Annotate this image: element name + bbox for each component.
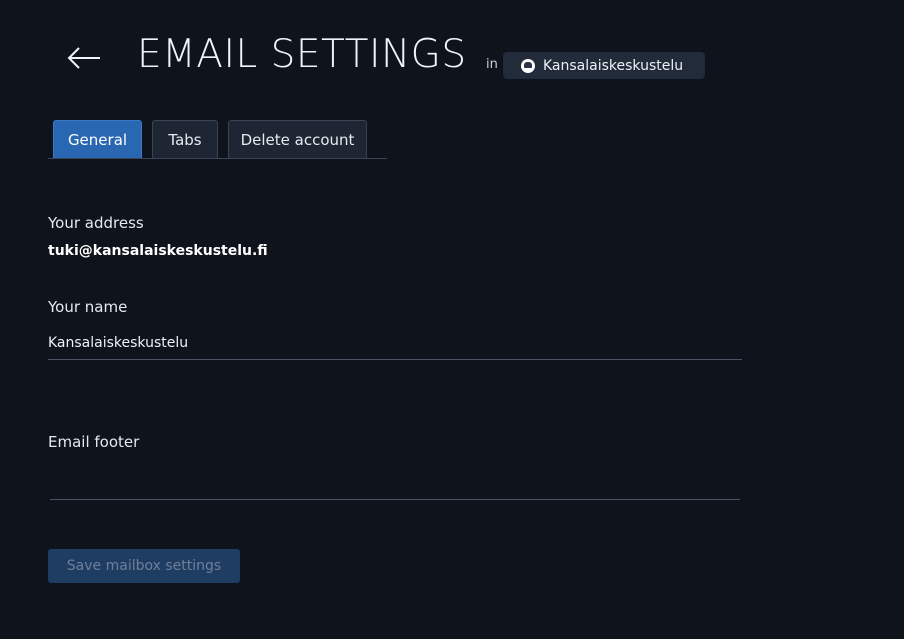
- tab-tabs-label: Tabs: [168, 130, 202, 149]
- name-label: Your name: [48, 298, 128, 316]
- tab-general-label: General: [67, 130, 128, 149]
- footer-label: Email footer: [48, 433, 140, 451]
- avatar-icon: [521, 58, 535, 73]
- organization-name: Kansalaiskeskustelu: [543, 57, 684, 74]
- tab-general[interactable]: General: [53, 120, 142, 158]
- arrow-left-icon[interactable]: [66, 43, 102, 73]
- name-input[interactable]: [48, 326, 742, 360]
- footer-textarea[interactable]: [50, 464, 740, 500]
- page-title: EMAIL SETTINGS: [137, 32, 467, 77]
- settings-tabs: General Tabs Delete account: [48, 120, 387, 159]
- save-mailbox-settings-button[interactable]: Save mailbox settings: [48, 549, 240, 583]
- address-value: tuki@kansalaiskeskustelu.fi: [48, 243, 268, 259]
- tab-delete-account[interactable]: Delete account: [228, 120, 367, 158]
- address-label: Your address: [48, 214, 144, 232]
- tab-tabs[interactable]: Tabs: [152, 120, 218, 158]
- organization-chip[interactable]: Kansalaiskeskustelu: [503, 52, 705, 79]
- in-label: in: [486, 57, 498, 72]
- email-settings-page: EMAIL SETTINGS in Kansalaiskeskustelu Ge…: [0, 0, 904, 639]
- tab-delete-account-label: Delete account: [240, 130, 355, 149]
